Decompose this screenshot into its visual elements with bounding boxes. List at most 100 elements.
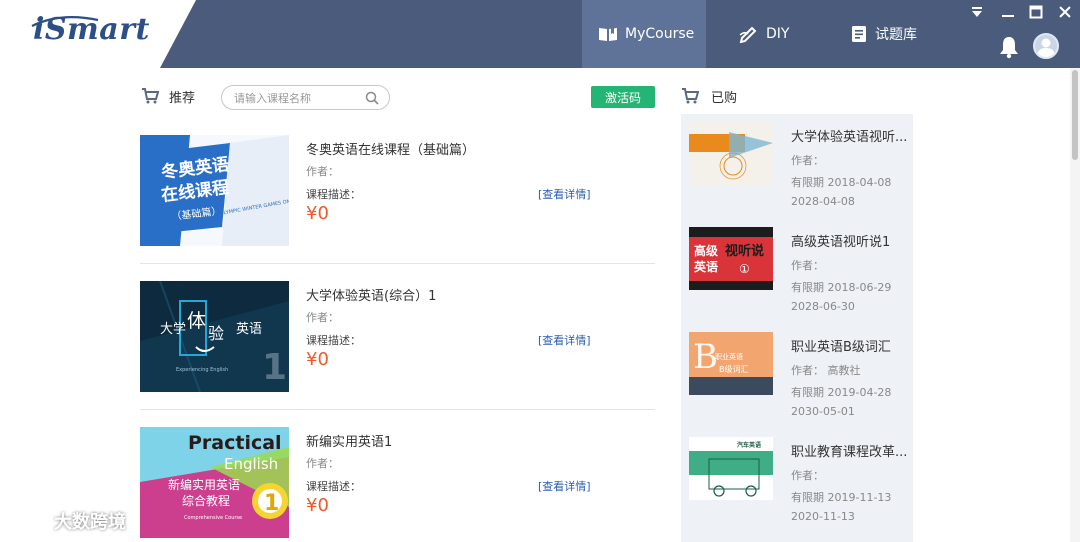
tab-diy[interactable]: DIY xyxy=(706,0,806,68)
recommend-header: 推荐 xyxy=(141,86,195,106)
purchased-title: 大学体验英语视听... xyxy=(791,130,908,145)
cover-text-yan: 验 xyxy=(208,324,224,343)
activation-code-button[interactable]: 激活码 xyxy=(591,86,655,108)
course-description: 课程描述： xyxy=(306,188,361,201)
cover-text-english: 英语 xyxy=(236,322,262,337)
tab-mycourse[interactable]: MyCourse xyxy=(582,0,706,68)
course-cover-image[interactable]: 冬奥英语 在线课程 （基础篇） OLYMPIC WINTER GAMES ONL… xyxy=(140,135,289,246)
question-bank-icon xyxy=(852,26,866,42)
tab-diy-label: DIY xyxy=(766,26,790,42)
b2-text-a: 高级 xyxy=(694,243,718,258)
course-author: 作者： xyxy=(306,311,339,324)
divider xyxy=(140,409,655,410)
course-price: ¥0 xyxy=(306,203,329,224)
dropdown-button[interactable] xyxy=(965,2,989,22)
course-card: 大学 体 验 英语 1 Experiencing English 大学体验英语(… xyxy=(140,281,655,413)
purchased-author: 作者： xyxy=(791,469,824,482)
cover-experiencing-english: 大学 体 验 英语 1 Experiencing English xyxy=(140,281,289,392)
course-search[interactable] xyxy=(221,85,390,110)
purchased-valid-from: 有限期 2019-04-28 xyxy=(791,386,892,399)
purchased-valid-to: 2020-11-13 xyxy=(791,510,855,523)
course-title[interactable]: 新编实用英语1 xyxy=(306,431,392,450)
search-input[interactable] xyxy=(234,90,364,106)
purchased-valid-from: 有限期 2018-06-29 xyxy=(791,281,892,294)
purchased-item[interactable]: B 职业英语 B级词汇 职业英语B级词汇 作者： 高教社 有限期 2019-04… xyxy=(681,324,913,428)
cover-practical: Practical xyxy=(188,432,282,454)
purchased-cover-image xyxy=(689,122,773,185)
cart-icon xyxy=(682,88,699,104)
purchased-title: 高级英语视听说1 xyxy=(791,235,891,250)
b4-text-a: 汽车英语 xyxy=(737,441,761,449)
purchased-author: 作者： xyxy=(791,154,824,167)
purchased-list: 大学体验英语视听... 作者： 有限期 2018-04-08 2028-04-0… xyxy=(681,114,913,542)
purchased-cover-image: 高级 英语 视听说 ① xyxy=(689,227,773,290)
tab-question-bank-label: 试题库 xyxy=(875,27,917,43)
cover-en-subtitle: Comprehensive Course xyxy=(184,515,242,521)
divider xyxy=(140,263,655,264)
cover-en-text: Experiencing English xyxy=(176,367,228,373)
purchased-item[interactable]: 高级 英语 视听说 ① 高级英语视听说1 作者： 有限期 2018-06-29 … xyxy=(681,219,913,323)
scrollbar-thumb[interactable] xyxy=(1072,70,1078,160)
close-icon xyxy=(1059,6,1071,18)
purchased-valid-from: 有限期 2018-04-08 xyxy=(791,176,892,189)
maximize-icon xyxy=(1029,5,1043,19)
cover-winter-olympics: 冬奥英语 在线课程 （基础篇） OLYMPIC WINTER GAMES ONL… xyxy=(140,135,289,246)
b3-text-b: B级词汇 xyxy=(719,364,749,374)
purchased-cover-image: B 职业英语 B级词汇 xyxy=(689,332,773,395)
course-description: 课程描述： xyxy=(306,334,361,347)
view-details-link[interactable]: [查看详情] xyxy=(538,186,591,202)
purchased-author: 作者： xyxy=(791,259,824,272)
tab-mycourse-label: MyCourse xyxy=(625,26,695,42)
purchased-header: 已购 xyxy=(681,86,737,106)
purchased-title: 职业教育课程改革... xyxy=(791,445,908,460)
search-icon[interactable] xyxy=(365,91,379,105)
course-title[interactable]: 冬奥英语在线课程（基础篇） xyxy=(306,139,475,158)
watermark-logo-icon xyxy=(9,512,47,530)
view-details-link[interactable]: [查看详情] xyxy=(538,478,591,494)
vertical-scrollbar[interactable] xyxy=(1070,68,1080,542)
user-icon xyxy=(1037,38,1055,57)
course-cover-image[interactable]: 大学 体 验 英语 1 Experiencing English xyxy=(140,281,289,392)
purchased-item[interactable]: 大学体验英语视听... 作者： 有限期 2018-04-08 2028-04-0… xyxy=(681,114,913,218)
cover-text-ti: 体 xyxy=(187,310,206,332)
course-description: 课程描述： xyxy=(306,480,361,493)
recommend-label: 推荐 xyxy=(169,90,196,106)
course-author: 作者： xyxy=(306,165,339,178)
b2-text-b: 英语 xyxy=(694,259,718,274)
avatar[interactable] xyxy=(1033,33,1059,59)
course-author: 作者： xyxy=(306,457,339,470)
app-logo: iSmart xyxy=(33,12,150,47)
cover-practical-english: Practical English 新编实用英语 综合教程 Comprehens… xyxy=(140,427,289,538)
tab-question-bank[interactable]: 试题库 xyxy=(806,0,936,68)
cover-volume-number: 1 xyxy=(264,491,279,516)
minimize-icon xyxy=(1002,15,1014,17)
cover-cn-title: 新编实用英语 xyxy=(168,477,240,492)
cover-english: English xyxy=(224,455,278,473)
book-icon xyxy=(599,27,617,41)
purchased-item[interactable]: 汽车英语 职业教育课程改革... 作者： 有限期 2019-11-13 2020… xyxy=(681,429,913,533)
course-cover-image[interactable]: Practical English 新编实用英语 综合教程 Comprehens… xyxy=(140,427,289,538)
cart-icon xyxy=(142,88,159,104)
cover-cn-subtitle: 综合教程 xyxy=(182,493,230,508)
maximize-button[interactable] xyxy=(1024,2,1048,22)
course-card: 冬奥英语 在线课程 （基础篇） OLYMPIC WINTER GAMES ONL… xyxy=(140,135,655,267)
view-details-link[interactable]: [查看详情] xyxy=(538,332,591,348)
course-card: Practical English 新编实用英语 综合教程 Comprehens… xyxy=(140,427,655,542)
cover-text-daxue: 大学 xyxy=(160,321,186,337)
app-window: iSmart MyCourse DIY 试题库 推荐 请输入课程名称 激活码 冬… xyxy=(0,0,1080,542)
watermark-text: 大数跨境 xyxy=(54,512,126,533)
dropdown-arrow-icon xyxy=(972,7,982,17)
course-price: ¥0 xyxy=(306,349,329,370)
b2-text-d: ① xyxy=(739,262,750,276)
purchased-title: 职业英语B级词汇 xyxy=(791,340,891,355)
course-title[interactable]: 大学体验英语(综合）1 xyxy=(306,285,436,304)
b3-text-a: 职业英语 xyxy=(715,352,743,361)
course-price: ¥0 xyxy=(306,495,329,516)
bell-icon[interactable] xyxy=(998,35,1020,59)
close-button[interactable] xyxy=(1053,2,1077,22)
purchased-valid-to: 2030-05-01 xyxy=(791,405,855,418)
b2-text-c: 视听说 xyxy=(725,243,764,259)
purchased-cover-image: 汽车英语 xyxy=(689,437,773,500)
purchased-author: 作者： 高教社 xyxy=(791,364,861,377)
minimize-button[interactable] xyxy=(996,2,1020,22)
